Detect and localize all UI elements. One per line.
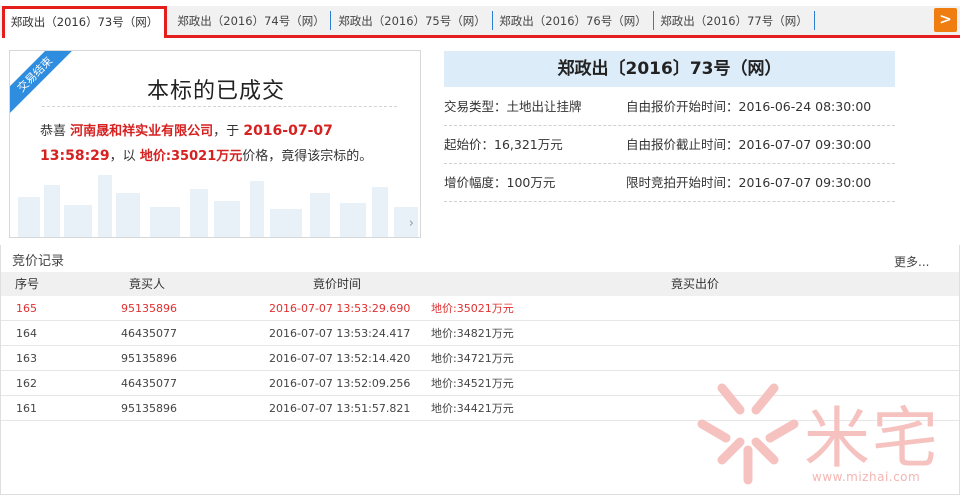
watermark-brand: 米宅 (804, 400, 940, 477)
deal-time: 13:58:29 (40, 148, 110, 164)
row-no: 163 (16, 352, 37, 365)
bid-start-time: 自由报价开始时间：2016-06-24 08:30:00 (626, 99, 872, 114)
page: 郑政出（2016）73号（网） 郑政出（2016）74号（网） 郑政出（2016… (0, 0, 960, 498)
column-header-price: 竟买出价 (671, 277, 720, 291)
price-increment: 增价幅度：100万元 (444, 175, 556, 190)
row-bidder: 95135896 (121, 402, 177, 415)
table-row: 165 95135896 2016-07-07 13:53:29.690 地价:… (1, 297, 959, 321)
congrats-text: 恭喜 (40, 124, 67, 139)
tab-73[interactable]: 郑政出（2016）73号（网） (2, 6, 167, 38)
tab-separator (330, 11, 331, 30)
column-header-time: 竟价时间 (313, 277, 362, 291)
watermark-url: www.mizhai.com (812, 470, 921, 484)
table-row: 163 95135896 2016-07-07 13:52:14.420 地价:… (1, 347, 959, 371)
row-price: 地价:34821万元 (431, 327, 514, 340)
row-no: 161 (16, 402, 37, 415)
row-price: 地价:35021万元 (431, 302, 514, 315)
tab-separator (814, 11, 815, 30)
divider (444, 201, 895, 202)
divider (444, 125, 895, 126)
table-header: 序号 竟买人 竟价时间 竟买出价 (1, 272, 959, 296)
row-price: 地价:34721万元 (431, 352, 514, 365)
tab-next-button[interactable]: > (934, 8, 957, 32)
timed-auction-start: 限时竞拍开始时间：2016-07-07 09:30:00 (626, 175, 872, 190)
divider (444, 163, 895, 164)
row-bidder: 46435077 (121, 327, 177, 340)
info-row: 起始价：16,321万元 自由报价截止时间：2016-07-07 09:30:0… (444, 129, 895, 161)
info-row: 交易类型：土地出让挂牌 自由报价开始时间：2016-06-24 08:30:00 (444, 91, 895, 123)
row-bidder: 95135896 (121, 302, 177, 315)
row-time: 2016-07-07 13:52:14.420 (269, 352, 411, 365)
bid-end-time: 自由报价截止时间：2016-07-07 09:30:00 (626, 137, 872, 152)
more-link[interactable]: 更多... (894, 253, 929, 270)
lot-title: 郑政出〔2016〕73号（网） (444, 51, 895, 87)
result-message: 恭喜 河南晟和祥实业有限公司，于 2016-07-07 13:58:29，以 地… (40, 119, 400, 169)
city-skyline-illustration (18, 175, 418, 237)
result-title: 本标的已成交 (146, 79, 285, 104)
tab-bar: 郑政出（2016）73号（网） 郑政出（2016）74号（网） 郑政出（2016… (0, 0, 960, 38)
chevron-right-icon: > (939, 10, 952, 28)
row-bidder: 46435077 (121, 377, 177, 390)
row-bidder: 95135896 (121, 352, 177, 365)
row-no: 164 (16, 327, 37, 340)
row-time: 2016-07-07 13:53:29.690 (269, 302, 411, 315)
row-no: 162 (16, 377, 37, 390)
row-time: 2016-07-07 13:53:24.417 (269, 327, 411, 340)
result-card: 交易结束 本标的已成交 恭喜 河南晟和祥实业有限公司，于 2016-07-07 … (9, 50, 421, 238)
row-time: 2016-07-07 13:52:09.256 (269, 377, 411, 390)
tab-75[interactable]: 郑政出（2016）75号（网） (336, 8, 488, 34)
row-no: 165 (16, 302, 37, 315)
tab-separator (653, 11, 654, 30)
result-tail-text: 价格，竟得该宗标的。 (242, 149, 373, 164)
tab-separator (492, 11, 493, 30)
divider (42, 106, 397, 107)
table-row: 164 46435077 2016-07-07 13:53:24.417 地价:… (1, 322, 959, 346)
deal-price: 地价:35021万元 (139, 149, 243, 164)
info-row: 增价幅度：100万元 限时竞拍开始时间：2016-07-07 09:30:00 (444, 167, 895, 199)
deal-date: 2016-07-07 (243, 123, 333, 139)
row-time: 2016-07-07 13:51:57.821 (269, 402, 411, 415)
connector-text: ，于 (213, 124, 240, 139)
chevron-right-icon[interactable]: › (409, 216, 414, 231)
winner-company: 河南晟和祥实业有限公司 (70, 124, 214, 139)
trade-type: 交易类型：土地出让挂牌 (444, 99, 582, 114)
row-price: 地价:34421万元 (431, 402, 514, 415)
starting-price: 起始价：16,321万元 (444, 137, 563, 152)
bid-records-title: 竞价记录 (12, 254, 65, 269)
row-price: 地价:34521万元 (431, 377, 514, 390)
column-header-no: 序号 (15, 277, 40, 291)
tab-74[interactable]: 郑政出（2016）74号（网） (176, 8, 326, 34)
column-header-bidder: 竟买人 (129, 277, 166, 291)
tab-76[interactable]: 郑政出（2016）76号（网） (497, 8, 649, 34)
tab-77[interactable]: 郑政出（2016）77号（网） (658, 8, 810, 34)
connector-text: ，以 (109, 149, 136, 164)
